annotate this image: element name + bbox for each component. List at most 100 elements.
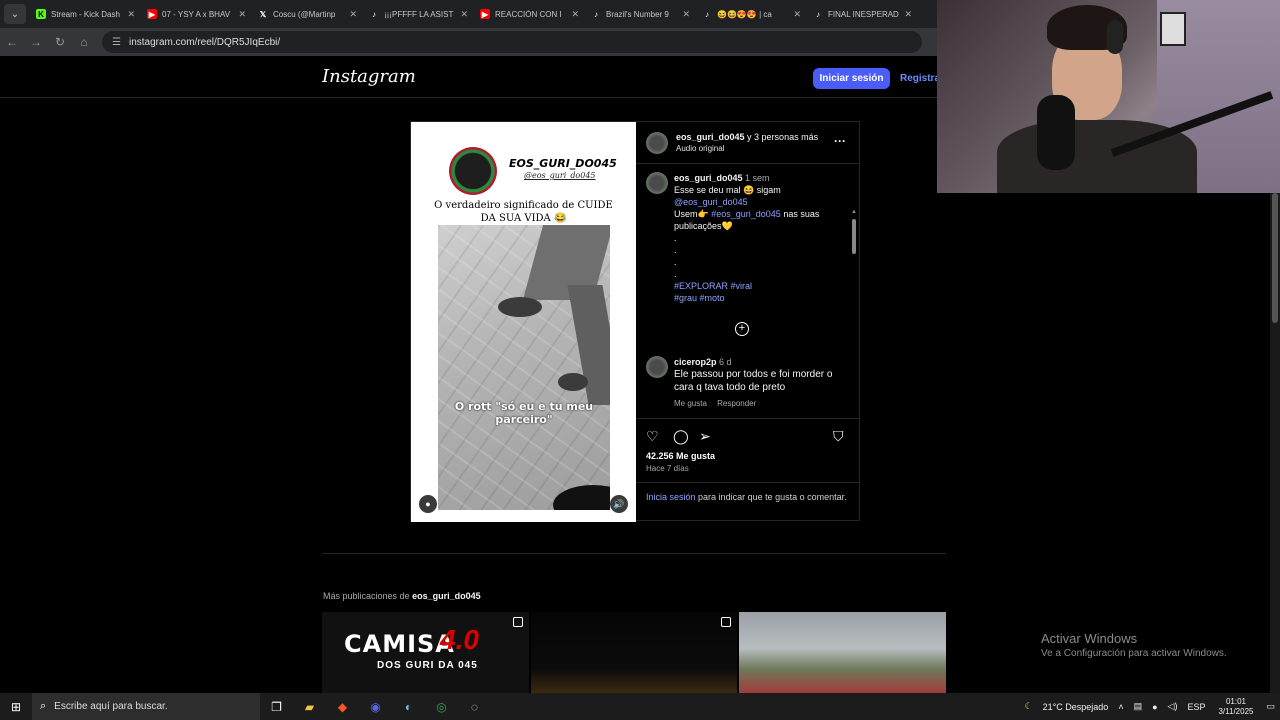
login-button[interactable]: Iniciar sesión	[813, 68, 890, 89]
mention-link[interactable]: @eos_guri_do045	[674, 197, 748, 207]
clock-date: 3/11/2025	[1218, 706, 1254, 716]
obs-icon[interactable]: ◌	[458, 693, 491, 720]
comments-scrollbar[interactable]: ▲ ▼	[850, 209, 858, 418]
caption-use: Usem👉	[674, 209, 709, 219]
windows-start-icon[interactable]: ⊞	[0, 693, 32, 720]
close-tab-icon[interactable]: ✕	[904, 9, 912, 20]
search-icon: ⌕	[40, 700, 47, 712]
hashtag-link[interactable]: #EXPLORAR #viral	[674, 281, 752, 291]
tab-3[interactable]: ♪ ¡¡¡PFFFF LA ASIST ✕	[363, 0, 474, 28]
site-info-icon[interactable]: ☰	[112, 37, 121, 48]
heart-icon[interactable]: ♡	[646, 428, 659, 445]
bookmark-icon[interactable]: ⛉	[833, 428, 844, 445]
reel-media[interactable]: EOS_GURI_DO045 @eos_guri_do045 O verdade…	[411, 122, 636, 522]
instagram-logo[interactable]: Instagram	[322, 66, 416, 87]
thumb-subtitle: DOS GURI DA 045	[377, 660, 478, 671]
post-header: eos_guri_do045 y 3 personas más Audio or…	[636, 122, 860, 164]
reload-icon[interactable]: ↻	[48, 35, 72, 49]
login-link[interactable]: Inicia sesión	[646, 492, 696, 502]
post-author[interactable]: eos_guri_do045 y 3 personas más	[676, 132, 818, 142]
page-scrollbar[interactable]	[1270, 193, 1280, 693]
tab-0[interactable]: K Stream - Kick Dash ✕	[30, 0, 141, 28]
post-thumbnail[interactable]: CAMISA 4.0 DOS GURI DA 045	[322, 612, 529, 693]
weather-text[interactable]: 21°C Despejado	[1043, 702, 1109, 712]
sound-icon[interactable]: 🔊	[610, 495, 628, 513]
comment-reply-button[interactable]: Responder	[717, 399, 756, 408]
post-thumbnail[interactable]	[739, 612, 947, 693]
page-scroll-thumb[interactable]	[1272, 193, 1278, 323]
volume-icon[interactable]: ◁)	[1168, 701, 1178, 712]
clock[interactable]: 01:01 3/11/2025	[1218, 697, 1253, 717]
avatar[interactable]	[646, 132, 668, 154]
taskbar-search[interactable]: ⌕ Escribe aquí para buscar.	[32, 693, 260, 720]
language-indicator[interactable]: ESP	[1187, 702, 1205, 712]
steam-icon[interactable]: ◐	[392, 693, 425, 720]
close-tab-icon[interactable]: ✕	[460, 9, 468, 20]
tiktok-icon: ♪	[594, 9, 598, 19]
close-tab-icon[interactable]: ✕	[793, 9, 801, 20]
youtube-icon: ▶	[480, 9, 490, 19]
forward-icon[interactable]: →	[24, 35, 48, 49]
post-sidebar: eos_guri_do045 y 3 personas más Audio or…	[636, 122, 860, 520]
avatar[interactable]	[646, 172, 668, 194]
network-icon[interactable]: ▤	[1134, 701, 1143, 712]
close-tab-icon[interactable]: ✕	[238, 9, 246, 20]
scroll-thumb[interactable]	[852, 219, 856, 254]
chrome-icon[interactable]: ◎	[425, 693, 458, 720]
url-input[interactable]: ☰ instagram.com/reel/DQR5JIqEcbi/	[102, 31, 922, 53]
video-frame[interactable]: O rott "só eu e tu meu parceiro"	[438, 225, 610, 510]
microphone	[1037, 95, 1075, 170]
close-tab-icon[interactable]: ✕	[682, 9, 690, 20]
media-caption: O verdadeiro significado de CUIDE DA SUA…	[434, 200, 613, 224]
notifications-icon[interactable]: ▭	[1266, 701, 1275, 712]
home-icon[interactable]: ⌂	[72, 35, 96, 49]
brave-icon[interactable]: ◆	[326, 693, 359, 720]
taskbar: ⊞ ⌕ Escribe aquí para buscar. ❐ ▰ ◆ ◉ ◐ …	[0, 693, 1280, 720]
scroll-up-icon[interactable]: ▲	[851, 209, 857, 215]
search-placeholder: Escribe aquí para buscar.	[54, 701, 168, 712]
more-options-icon[interactable]: ···	[834, 134, 846, 148]
comment-user[interactable]: cicerop2p	[674, 357, 717, 367]
tab-4[interactable]: ▶ REACCIÓN CON I ✕	[474, 0, 585, 28]
comment-like-button[interactable]: Me gusta	[674, 399, 707, 408]
clock-time: 01:01	[1225, 696, 1246, 706]
comment-icon[interactable]: ◯	[673, 428, 689, 445]
close-tab-icon[interactable]: ✕	[571, 9, 579, 20]
chevron-up-icon[interactable]: ˄	[1118, 702, 1123, 712]
webcam-poster	[1160, 12, 1186, 46]
more-posts-prefix: Más publicaciones de	[323, 591, 410, 601]
discord-icon[interactable]: ◉	[359, 693, 392, 720]
post-thumbnail[interactable]	[530, 612, 738, 693]
tiktok-icon: ♪	[705, 9, 709, 19]
close-tab-icon[interactable]: ✕	[349, 9, 357, 20]
share-icon[interactable]: ➢	[699, 428, 711, 445]
file-explorer-icon[interactable]: ▰	[293, 693, 326, 720]
close-tab-icon[interactable]: ✕	[127, 9, 135, 20]
load-more-comments-icon[interactable]: +	[735, 322, 749, 336]
tab-2[interactable]: 𝕏 Coscu (@Martinp ✕	[252, 0, 363, 28]
mic-icon[interactable]: ●	[1152, 702, 1157, 712]
system-tray: ☾ 21°C Despejado ˄ ▤ ● ◁) ESP 01:01 3/11…	[1020, 693, 1280, 720]
hashtag-link[interactable]: #eos_guri_do045	[711, 209, 781, 219]
likes-count[interactable]: 42.256 Me gusta	[646, 451, 715, 461]
avatar[interactable]	[646, 356, 668, 378]
audio-link[interactable]: Audio original	[676, 144, 724, 153]
comment-actions: Me gusta Responder	[674, 398, 844, 410]
task-view-icon[interactable]: ❐	[260, 693, 293, 720]
tab-search-button[interactable]: ⌄	[4, 4, 26, 24]
hashtag-link[interactable]: #grau #moto	[674, 293, 725, 303]
more-posts-user[interactable]: eos_guri_do045	[412, 591, 481, 601]
x-icon: 𝕏	[259, 9, 267, 19]
post-actions: ♡ ◯ ➢ ⛉	[646, 428, 846, 446]
tab-1[interactable]: ▶ 07 - YSY A x BHAV ✕	[141, 0, 252, 28]
back-icon[interactable]: ←	[0, 35, 24, 49]
tab-7[interactable]: ♪ FINAL INESPERAD ✕	[807, 0, 918, 28]
comment-text: Ele passou por todos e foi morder o cara…	[674, 369, 833, 393]
caption-user[interactable]: eos_guri_do045	[674, 173, 743, 183]
tab-6[interactable]: ♪ 😆😆😍😍 | ca ✕	[696, 0, 807, 28]
caption-dot: .	[674, 245, 677, 255]
url-text: instagram.com/reel/DQR5JIqEcbi/	[128, 36, 281, 48]
tagged-users-icon[interactable]: ●	[419, 495, 437, 513]
youtube-icon: ▶	[147, 9, 157, 19]
tab-5[interactable]: ♪ Brazil's Number 9 ✕	[585, 0, 696, 28]
